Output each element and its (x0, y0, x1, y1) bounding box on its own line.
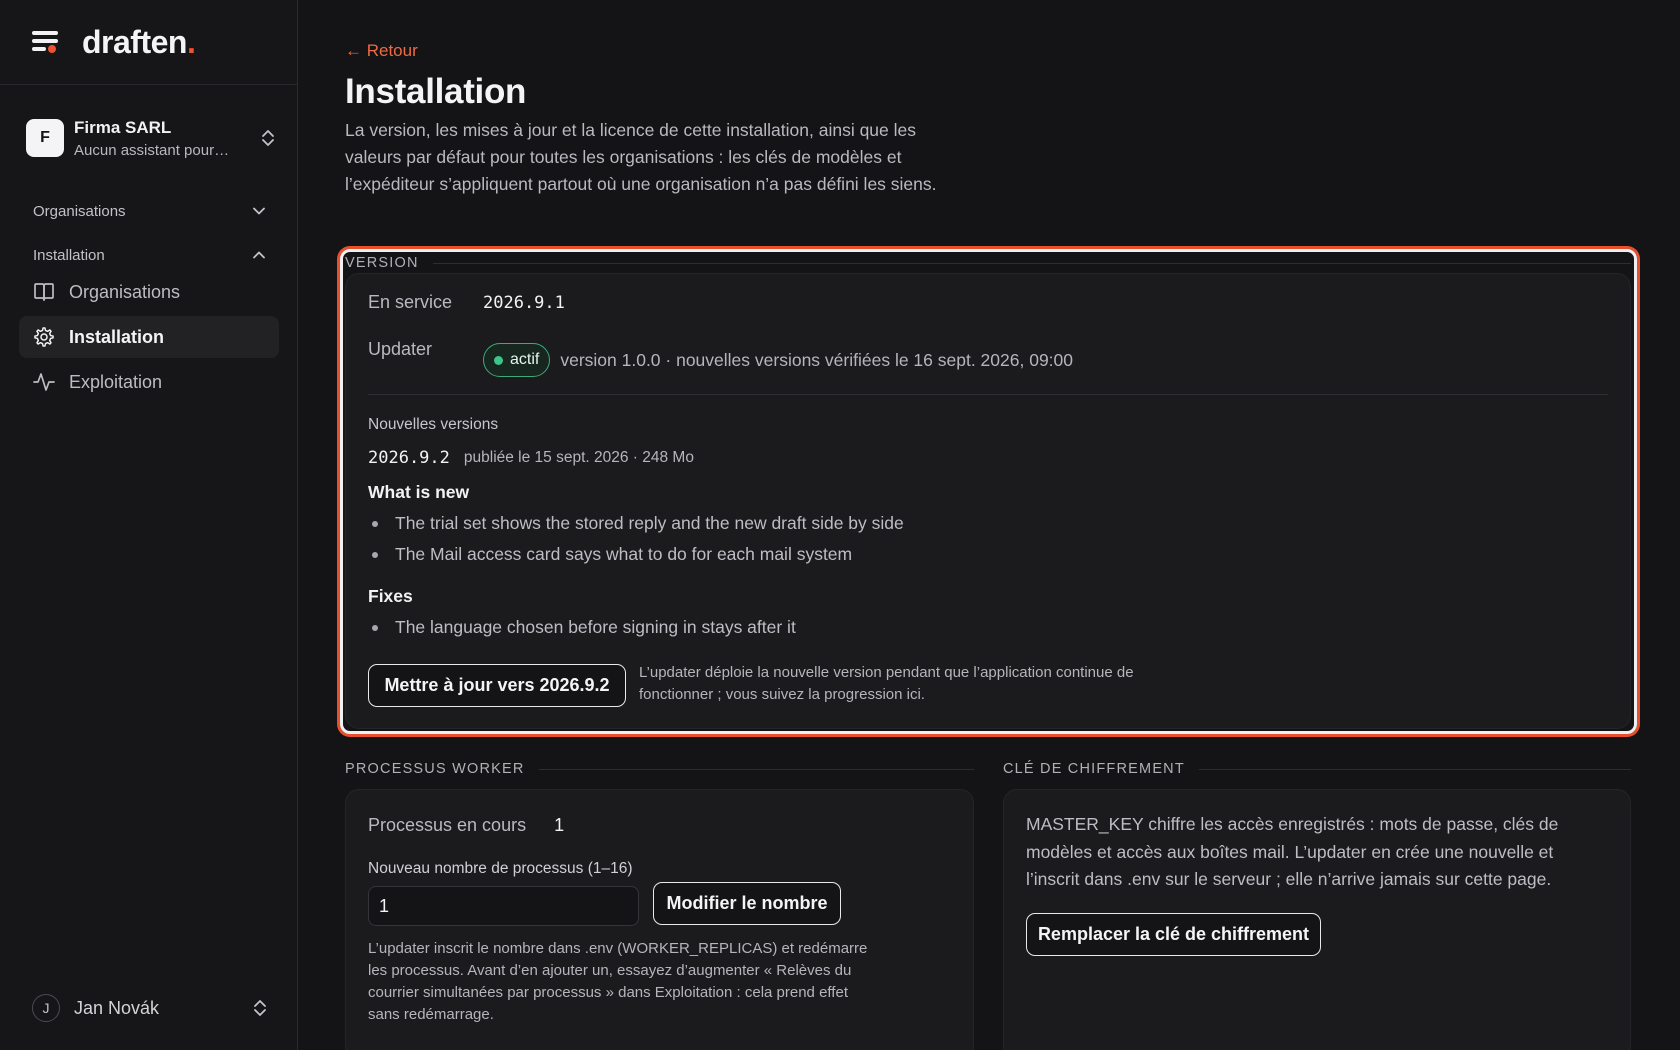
brand-logo[interactable]: draften. (82, 23, 196, 61)
sidebar-item-label: Installation (69, 326, 165, 347)
nav-group-installation[interactable]: Installation (19, 241, 279, 269)
encryption-section-header: CLÉ DE CHIFFREMENT (1003, 759, 1631, 779)
replace-key-button[interactable]: Remplacer la clé de chiffrement (1026, 913, 1321, 956)
nav-group-organisations[interactable]: Organisations (19, 197, 279, 225)
app-root: draften. F Firma SARL Aucun assistant po… (0, 0, 1680, 1050)
sidebar-item-label: Organisations (69, 281, 181, 302)
section-title: CLÉ DE CHIFFREMENT (1003, 761, 1185, 777)
organization-switcher[interactable]: F Firma SARL Aucun assistant pour… (26, 114, 276, 162)
sidebar-item-organisations[interactable]: Organisations (19, 271, 279, 313)
brand-dot: . (186, 23, 196, 60)
nav-group-label: Organisations (33, 202, 126, 220)
org-subtitle: Aucun assistant pour… (74, 141, 230, 159)
org-name: Firma SARL (74, 117, 172, 137)
new-count-label: Nouveau nombre de processus (1–16) (368, 860, 633, 877)
running-label: Processus en cours (368, 815, 527, 835)
page-title: Installation (345, 72, 527, 111)
gear-icon (33, 326, 55, 348)
user-avatar: J (32, 994, 60, 1022)
user-menu[interactable]: J Jan Novák (32, 993, 268, 1023)
encryption-card: MASTER_KEY chiffre les accès enregistrés… (1003, 789, 1631, 1050)
user-name: Jan Novák (74, 997, 160, 1018)
page-intro: La version, les mises à jour et la licen… (345, 120, 937, 194)
back-link[interactable]: ← Retour (345, 41, 418, 61)
worker-count-input[interactable] (368, 886, 639, 926)
chevron-updown-icon (260, 127, 276, 149)
nav-group-label: Installation (33, 246, 105, 264)
menu-icon[interactable] (32, 31, 60, 53)
running-value: 1 (554, 815, 565, 835)
worker-section-header: PROCESSUS WORKER (345, 759, 974, 779)
brand-name: draften (82, 23, 187, 60)
sidebar-item-label: Exploitation (69, 371, 163, 392)
chevron-down-icon (253, 202, 265, 220)
section-rule (1198, 768, 1631, 770)
activity-icon (33, 371, 55, 393)
sidebar: draften. F Firma SARL Aucun assistant po… (0, 0, 298, 1050)
section-title: PROCESSUS WORKER (345, 761, 525, 777)
brand-bar: draften. (0, 0, 297, 85)
modify-count-button[interactable]: Modifier le nombre (653, 882, 841, 925)
worker-card: Processus en cours 1 Nouveau nombre de p… (345, 789, 974, 1050)
chevron-up-icon (253, 246, 265, 264)
section-rule (538, 768, 974, 770)
main-content: ← Retour Installation La version, les mi… (298, 0, 1680, 1050)
sidebar-item-exploitation[interactable]: Exploitation (19, 361, 279, 403)
book-icon (33, 281, 55, 303)
org-avatar: F (26, 119, 64, 157)
encryption-description: MASTER_KEY chiffre les accès enregistrés… (1026, 814, 1559, 889)
chevron-updown-icon (252, 997, 268, 1019)
highlight-frame (340, 249, 1637, 734)
sidebar-item-installation[interactable]: Installation (19, 316, 279, 358)
running-row: Processus en cours 1 (368, 815, 564, 836)
worker-note: L’updater inscrit le nombre dans .env (W… (368, 940, 868, 1023)
org-text: Firma SARL Aucun assistant pour… (74, 118, 260, 159)
